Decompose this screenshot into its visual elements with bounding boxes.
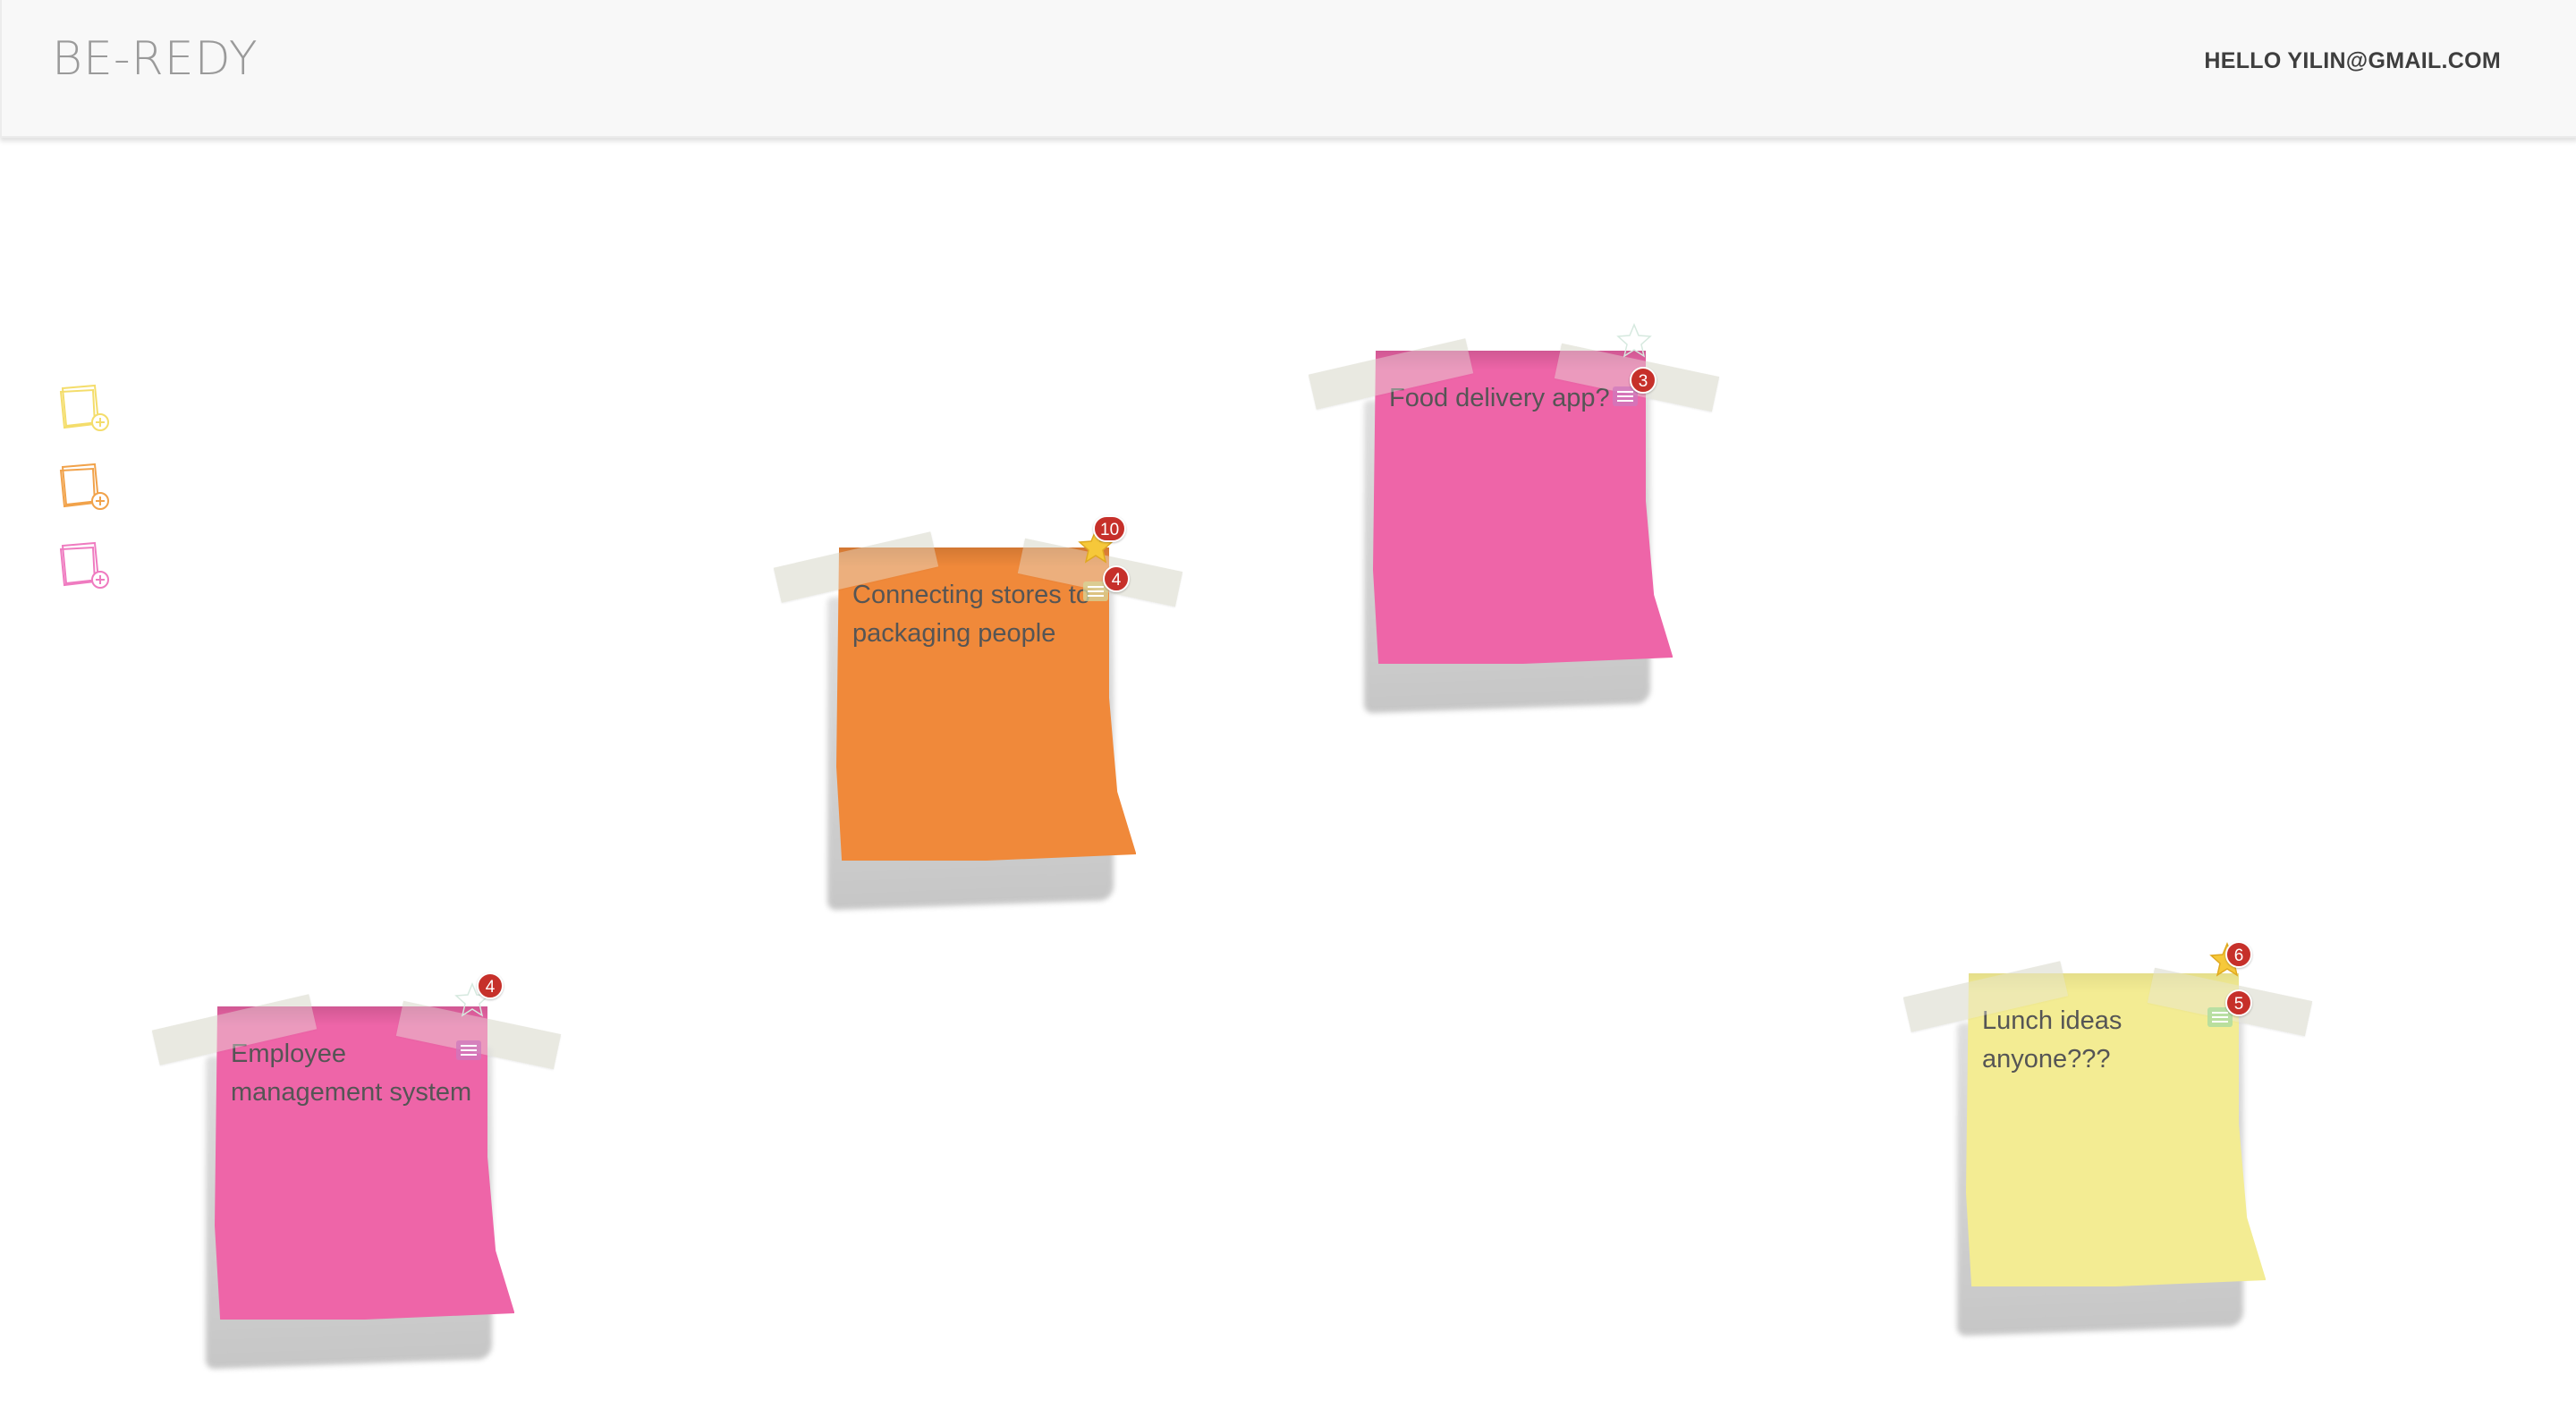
add-note-icon (59, 463, 109, 510)
star-count-badge: 10 (1093, 515, 1127, 542)
note-paper: Food delivery app? (1373, 351, 1673, 664)
star-outline-icon[interactable] (1616, 322, 1652, 358)
sticky-note[interactable]: Food delivery app? 3 (1308, 323, 1720, 714)
add-orange-note-button[interactable] (59, 462, 114, 515)
add-note-icon (59, 384, 109, 431)
user-greeting[interactable]: HELLO YILIN@GMAIL.COM (2204, 48, 2501, 74)
comment-count-badge: 5 (2225, 989, 2252, 1016)
note-paper: Connecting stores to packaging people (836, 547, 1136, 861)
sticky-note[interactable]: Connecting stores to packaging people 10… (773, 515, 1183, 911)
comment-count-badge: 4 (1103, 565, 1130, 592)
sticky-note[interactable]: Employee management system 4 (151, 972, 562, 1370)
note-title[interactable]: Lunch ideas anyone??? (1982, 1002, 2224, 1079)
star-count-badge: 4 (477, 972, 504, 999)
note-title[interactable]: Connecting stores to packaging people (852, 576, 1094, 653)
brand-logo[interactable]: BE-REDY (52, 32, 258, 86)
top-header: BE-REDY HELLO YILIN@GMAIL.COM (0, 0, 2576, 138)
add-yellow-note-button[interactable] (59, 383, 114, 437)
add-note-icon (59, 541, 109, 589)
comment-icon[interactable] (453, 1033, 488, 1069)
comment-count-badge: 3 (1630, 367, 1657, 394)
star-count-badge: 6 (2225, 941, 2252, 968)
note-paper: Employee management system (215, 1006, 514, 1320)
note-title[interactable]: Employee management system (231, 1035, 472, 1112)
add-pink-note-button[interactable] (59, 540, 114, 594)
sticky-note[interactable]: Lunch ideas anyone??? 6 5 (1902, 941, 2313, 1337)
note-paper: Lunch ideas anyone??? (1966, 973, 2266, 1286)
